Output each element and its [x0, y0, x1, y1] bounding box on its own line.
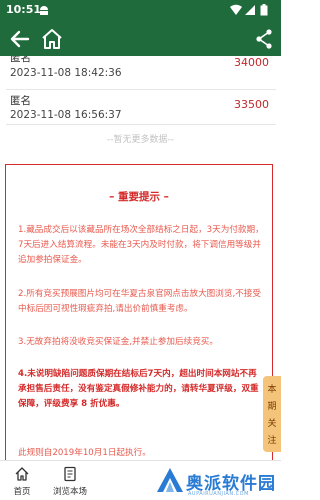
list-item: 匿名 34000 2023-11-08 18:42:36 [0, 56, 281, 84]
side-tab-char: 关 [267, 419, 277, 429]
home-icon [15, 467, 29, 481]
bid-time: 2023-11-08 18:42:36 [10, 67, 122, 79]
notice-title: – 重要提示 – [109, 191, 169, 203]
side-tab-char: 本 [267, 385, 277, 395]
home-icon[interactable] [40, 27, 64, 51]
important-notice-box: – 重要提示 – 1.藏品成交后以该藏品所在场次全部结标之日起，3天为付款期，7… [5, 164, 273, 460]
bid-time: 2023-11-08 16:56:37 [10, 109, 122, 121]
document-icon [64, 466, 76, 482]
nav-home[interactable]: 首页 [0, 461, 44, 500]
bid-price: 33500 [234, 98, 269, 111]
notice-paragraph-5: 此规则自2019年10月1日起执行。 [18, 448, 151, 458]
list-item: 匿名 33500 2023-11-08 16:56:37 [0, 90, 281, 124]
bottom-nav: 首页 浏览本场 奥派软件园 AUPAIRUANJIAN.COM [0, 460, 281, 500]
android-icon [40, 6, 48, 15]
bid-price: 34000 [234, 56, 269, 69]
focus-side-tab[interactable]: 本 期 关 注 [263, 376, 281, 452]
bid-record-list: 匿名 34000 2023-11-08 18:42:36 匿名 33500 20… [0, 56, 281, 460]
bidder-name: 匿名 [10, 95, 31, 107]
nav-browse-label: 浏览本场 [52, 487, 87, 497]
status-time: 10:51 [6, 3, 42, 16]
notice-paragraph-1: 1.藏品成交后以该藏品所在场次全部结标之日起，3天为付款期，7天后进入结算流程。… [18, 225, 264, 265]
signal-icon [245, 5, 255, 15]
no-more-data-label: --暂无更多数据-- [107, 135, 174, 145]
notice-paragraph-4: 4.未说明缺陷问题质保期在结标后7天内，超出时间本网站不再承担售后责任，没有鉴定… [18, 369, 259, 409]
side-tab-char: 期 [267, 402, 277, 412]
wifi-icon [230, 4, 242, 15]
nav-home-label: 首页 [13, 487, 31, 497]
status-bar: 10:51 [0, 0, 281, 22]
nav-browse-session[interactable]: 浏览本场 [48, 461, 92, 500]
toolbar [0, 22, 281, 56]
watermark-logo: 奥派软件园 AUPAIRUANJIAN.COM [152, 463, 281, 500]
watermark-sub: AUPAIRUANJIAN.COM [188, 491, 249, 497]
notice-paragraph-2: 2.所有竞买预展图片均可在华夏古泉官网点击放大图浏览,不接受中标后因可视性瑕疵弃… [18, 289, 261, 314]
side-tab-char: 注 [267, 436, 277, 446]
battery-icon [260, 4, 268, 16]
notice-paragraph-3: 3.无故弃拍将没收竞买保证金,并禁止参加后续竞买。 [18, 337, 218, 347]
divider [6, 124, 276, 125]
share-icon[interactable] [252, 27, 276, 51]
arrow-left-icon[interactable] [8, 27, 32, 51]
logo-icon [157, 468, 183, 492]
bidder-name: 匿名 [10, 56, 31, 64]
